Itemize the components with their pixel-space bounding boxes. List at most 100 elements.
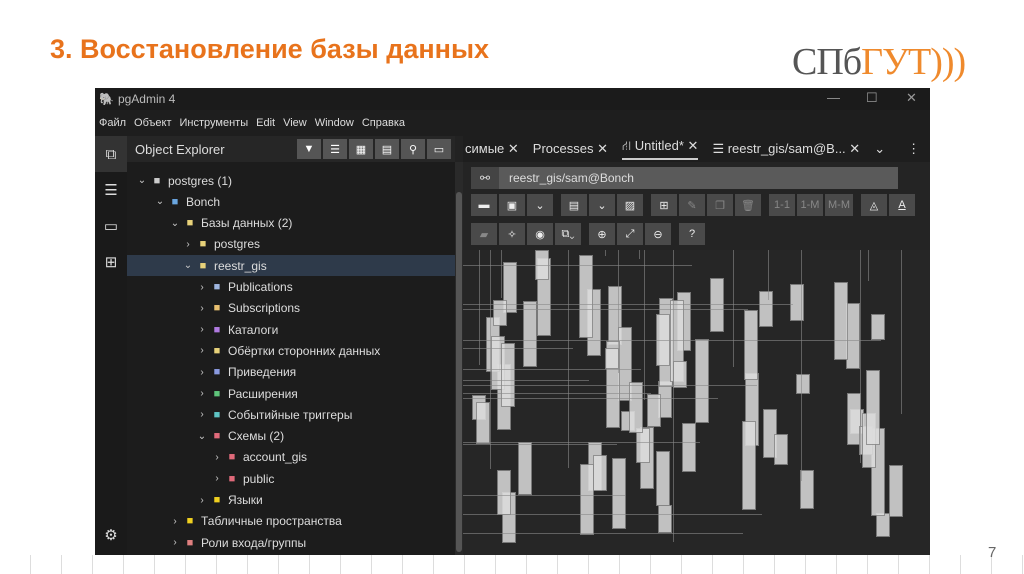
one-to-one-button[interactable]: 1-1 <box>769 194 795 216</box>
tree-item[interactable]: › ■ public <box>127 468 455 489</box>
chevron-right-icon[interactable]: › <box>195 345 209 356</box>
erd-table[interactable] <box>800 469 815 509</box>
save-chevron-icon[interactable]: ⌄ <box>527 194 553 216</box>
close-button[interactable]: ✕ <box>906 90 917 106</box>
tree-item[interactable]: ⌄ ■ Bonch <box>127 191 455 212</box>
chevron-down-icon[interactable]: ⌄ <box>135 175 149 186</box>
tree-item[interactable]: › ■ postgres <box>127 234 455 255</box>
tree-item[interactable]: › ■ Обёртки сторонних данных <box>127 340 455 361</box>
menu-file[interactable]: Файл <box>95 117 130 129</box>
tree-item[interactable]: › ■ Расширения <box>127 383 455 404</box>
chevron-down-icon[interactable]: ⌄ <box>195 431 209 442</box>
erd-table[interactable] <box>888 465 903 518</box>
note-icon[interactable]: ▰ <box>471 223 497 245</box>
menu-object[interactable]: Объект <box>130 117 175 129</box>
tree-item[interactable]: ⌄ ■ Схемы (2) <box>127 426 455 447</box>
chevron-right-icon[interactable]: › <box>195 388 209 399</box>
chevron-right-icon[interactable]: › <box>195 409 209 420</box>
tree-item[interactable]: › ■ Табличные пространства <box>127 511 455 532</box>
erd-table[interactable] <box>496 470 511 516</box>
chevron-right-icon[interactable]: › <box>195 282 209 293</box>
erd-table[interactable] <box>580 463 595 536</box>
chevron-right-icon[interactable]: › <box>195 367 209 378</box>
tree-item[interactable]: › ■ account_gis <box>127 447 455 468</box>
erd-table[interactable] <box>658 504 673 534</box>
fit-icon[interactable]: ⤢ <box>617 223 643 245</box>
erd-table[interactable] <box>870 314 885 340</box>
image-icon[interactable]: ▨ <box>617 194 643 216</box>
menu-edit[interactable]: Edit <box>252 117 279 129</box>
query-tool-icon[interactable]: ☰ <box>323 139 347 159</box>
schema-diff-icon[interactable]: ⊞ <box>95 244 127 280</box>
connection-bar[interactable]: ⚯ reestr_gis/sam@Bonch <box>471 167 898 189</box>
sql-chevron-icon[interactable]: ⌄ <box>589 194 615 216</box>
erd-table[interactable] <box>774 434 789 466</box>
erd-table[interactable] <box>636 428 651 464</box>
layout-icon[interactable]: ⧉⌄ <box>555 223 581 245</box>
tree-item[interactable]: ⌄ ■ reestr_gis <box>127 255 455 277</box>
one-to-many-button[interactable]: 1-M <box>797 194 823 216</box>
chevron-right-icon[interactable]: › <box>181 239 195 250</box>
object-explorer-icon[interactable]: ⧉ <box>95 136 127 172</box>
tree-item[interactable]: ⌄ ■ postgres (1) <box>127 170 455 191</box>
auto-align-icon[interactable]: ✧ <box>499 223 525 245</box>
maximize-button[interactable]: ☐ <box>866 90 878 106</box>
minimize-button[interactable]: — <box>827 90 840 105</box>
erd-table[interactable] <box>475 402 490 444</box>
clone-icon[interactable]: ❐ <box>707 194 733 216</box>
menu-tools[interactable]: Инструменты <box>176 117 253 129</box>
tabs-more-chevron-icon[interactable]: ⌄ <box>874 141 885 157</box>
show-details-icon[interactable]: ◉ <box>527 223 553 245</box>
erd-table[interactable] <box>742 420 757 510</box>
chevron-right-icon[interactable]: › <box>195 303 209 314</box>
tree-item[interactable]: › ■ Publications <box>127 277 455 298</box>
erd-table[interactable] <box>695 339 710 423</box>
chevron-right-icon[interactable]: › <box>195 495 209 506</box>
erd-table[interactable] <box>522 301 537 368</box>
search-icon[interactable]: ⚲ <box>401 139 425 159</box>
add-table-icon[interactable]: ⊞ <box>651 194 677 216</box>
chevron-right-icon[interactable]: › <box>210 473 224 484</box>
psql-icon[interactable]: ▭ <box>427 139 451 159</box>
chevron-right-icon[interactable]: › <box>210 452 224 463</box>
edit-icon[interactable]: ✎ <box>679 194 705 216</box>
tree-item[interactable]: › ■ Языки <box>127 490 455 511</box>
erd-table[interactable] <box>518 442 533 495</box>
settings-icon[interactable]: ⚙ <box>95 517 127 553</box>
chevron-right-icon[interactable]: › <box>195 324 209 335</box>
tree-item[interactable]: › ■ Роли входа/группы <box>127 532 455 553</box>
menu-view[interactable]: View <box>279 117 311 129</box>
fill-color-icon[interactable]: ◬ <box>861 194 887 216</box>
erd-table[interactable] <box>744 310 759 381</box>
menu-window[interactable]: Window <box>311 117 358 129</box>
erd-table[interactable] <box>789 284 804 321</box>
erd-table[interactable] <box>681 422 696 472</box>
zoom-out-icon[interactable]: ⊖ <box>645 223 671 245</box>
delete-icon[interactable]: 🗑 <box>735 194 761 216</box>
kebab-menu-icon[interactable]: ⋮ <box>907 141 920 157</box>
open-file-icon[interactable]: ▬ <box>471 194 497 216</box>
chevron-down-icon[interactable]: ⌄ <box>153 196 167 207</box>
tree-item[interactable]: › ■ Subscriptions <box>127 298 455 319</box>
filtered-rows-icon[interactable]: ▤ <box>375 139 399 159</box>
erd-table[interactable] <box>834 281 849 360</box>
many-to-many-button[interactable]: M-M <box>825 194 853 216</box>
erd-table[interactable] <box>795 373 810 395</box>
erd-table[interactable] <box>628 381 643 433</box>
tree-item[interactable]: › ■ Приведения <box>127 362 455 383</box>
help-icon[interactable]: ? <box>679 223 705 245</box>
tab-dependents[interactable]: симые ✕ <box>465 141 519 157</box>
tree-item[interactable]: › ■ Каталоги <box>127 319 455 340</box>
tab-query[interactable]: ☰ reestr_gis/sam@B... ✕ <box>712 141 860 157</box>
erd-table[interactable] <box>865 369 880 445</box>
tab-untitled[interactable]: ⛙ Untitled* ✕ <box>622 138 699 160</box>
erd-table[interactable] <box>656 451 671 507</box>
erd-table[interactable] <box>593 454 608 491</box>
erd-table[interactable] <box>758 290 773 328</box>
tree-item[interactable]: › ■ Событийные триггеры <box>127 404 455 425</box>
save-icon[interactable]: ▣ <box>499 194 525 216</box>
zoom-in-icon[interactable]: ⊕ <box>589 223 615 245</box>
terminal-icon[interactable]: ▭ <box>95 208 127 244</box>
database-icon[interactable]: ☰ <box>95 172 127 208</box>
sql-icon[interactable]: ▤ <box>561 194 587 216</box>
